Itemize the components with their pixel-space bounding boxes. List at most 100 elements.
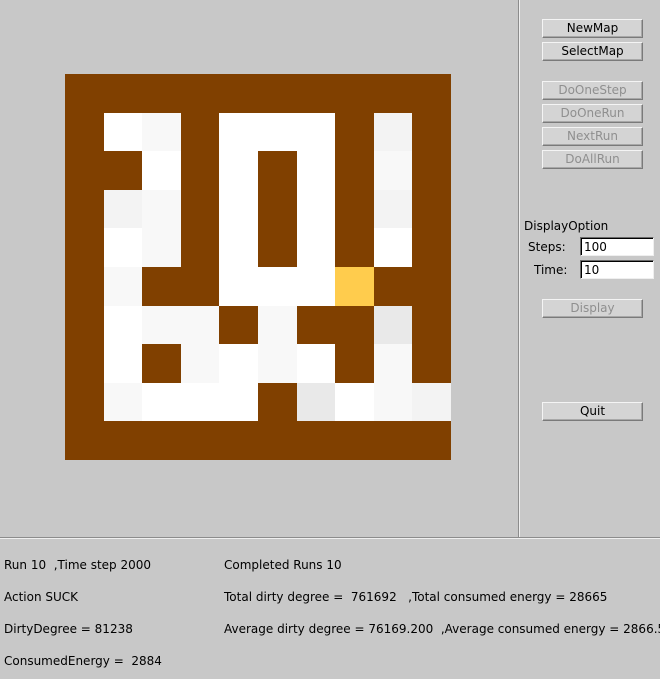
floor-cell <box>296 266 336 306</box>
floor-cell <box>296 189 336 229</box>
agent-cell <box>335 266 374 306</box>
wall-cell <box>335 228 374 267</box>
wall-cell <box>180 112 220 152</box>
vertical-divider <box>518 0 519 537</box>
floor-cell <box>257 112 297 152</box>
do-one-run-button[interactable]: DoOneRun <box>542 104 643 123</box>
floor-cell <box>373 189 413 229</box>
wall-cell <box>65 266 104 306</box>
wall-cell <box>142 266 181 306</box>
floor-cell <box>142 189 181 229</box>
wall-cell <box>335 344 374 383</box>
wall-cell <box>103 74 143 113</box>
floor-cell <box>373 228 413 267</box>
floor-cell <box>373 382 413 422</box>
wall-cell <box>142 344 181 383</box>
floor-cell <box>103 266 143 306</box>
quit-button[interactable]: Quit <box>542 402 643 421</box>
floor-cell <box>257 344 297 383</box>
wall-cell <box>103 151 143 190</box>
wall-cell <box>412 421 451 460</box>
do-one-step-button[interactable]: DoOneStep <box>542 81 643 100</box>
wall-cell <box>142 74 181 113</box>
wall-cell <box>335 421 374 460</box>
wall-cell <box>257 421 297 460</box>
wall-cell <box>412 74 451 113</box>
floor-cell <box>373 305 413 345</box>
floor-cell <box>219 189 258 229</box>
next-run-button[interactable]: NextRun <box>542 127 643 146</box>
wall-cell <box>180 228 220 267</box>
wall-cell <box>373 421 413 460</box>
floor-cell <box>103 344 143 383</box>
floor-cell <box>142 305 181 345</box>
time-label: Time: <box>534 263 568 277</box>
floor-cell <box>180 305 220 345</box>
wall-cell <box>412 112 451 152</box>
floor-cell <box>373 112 413 152</box>
wall-cell <box>373 74 413 113</box>
total-stats-status: Total dirty degree = 761692 ,Total consu… <box>224 590 608 604</box>
floor-cell <box>142 228 181 267</box>
floor-cell <box>103 228 143 267</box>
wall-cell <box>335 151 374 190</box>
display-option-heading: DisplayOption <box>524 219 609 233</box>
wall-cell <box>180 74 220 113</box>
wall-cell <box>296 421 336 460</box>
floor-cell <box>103 189 143 229</box>
wall-cell <box>257 189 297 229</box>
floor-cell <box>142 151 181 190</box>
wall-cell <box>180 421 220 460</box>
floor-cell <box>335 382 374 422</box>
steps-label: Steps: <box>528 240 566 254</box>
wall-cell <box>257 228 297 267</box>
environment-map <box>65 74 451 460</box>
wall-cell <box>412 305 451 345</box>
display-button[interactable]: Display <box>542 299 643 318</box>
completed-runs-status: Completed Runs 10 <box>224 558 342 572</box>
wall-cell <box>65 74 104 113</box>
consumed-energy-status: ConsumedEnergy = 2884 <box>4 654 162 668</box>
floor-cell <box>219 228 258 267</box>
floor-cell <box>219 382 258 422</box>
wall-cell <box>296 74 336 113</box>
new-map-button[interactable]: NewMap <box>542 19 643 38</box>
wall-cell <box>296 305 336 345</box>
wall-cell <box>412 151 451 190</box>
floor-cell <box>219 266 258 306</box>
action-status: Action SUCK <box>4 590 79 604</box>
wall-cell <box>65 228 104 267</box>
floor-cell <box>296 151 336 190</box>
wall-cell <box>257 151 297 190</box>
wall-cell <box>335 305 374 345</box>
wall-cell <box>65 151 104 190</box>
select-map-button[interactable]: SelectMap <box>542 42 643 61</box>
floor-cell <box>219 112 258 152</box>
wall-cell <box>219 421 258 460</box>
wall-cell <box>257 74 297 113</box>
wall-cell <box>65 112 104 152</box>
floor-cell <box>103 112 143 152</box>
wall-cell <box>335 112 374 152</box>
floor-cell <box>373 151 413 190</box>
floor-cell <box>142 112 181 152</box>
floor-cell <box>180 344 220 383</box>
wall-cell <box>412 189 451 229</box>
average-stats-status: Average dirty degree = 76169.200 ,Averag… <box>224 622 660 636</box>
wall-cell <box>412 266 451 306</box>
wall-cell <box>142 421 181 460</box>
run-status: Run 10 ,Time step 2000 <box>4 558 152 572</box>
dirty-degree-status: DirtyDegree = 81238 <box>4 622 133 636</box>
floor-cell <box>180 382 220 422</box>
wall-cell <box>180 151 220 190</box>
wall-cell <box>65 421 104 460</box>
wall-cell <box>373 266 413 306</box>
time-input[interactable] <box>580 260 654 279</box>
wall-cell <box>257 382 297 422</box>
floor-cell <box>412 382 451 422</box>
wall-cell <box>335 74 374 113</box>
steps-input[interactable] <box>580 237 654 256</box>
floor-cell <box>373 344 413 383</box>
do-all-run-button[interactable]: DoAllRun <box>542 150 643 169</box>
floor-cell <box>296 228 336 267</box>
